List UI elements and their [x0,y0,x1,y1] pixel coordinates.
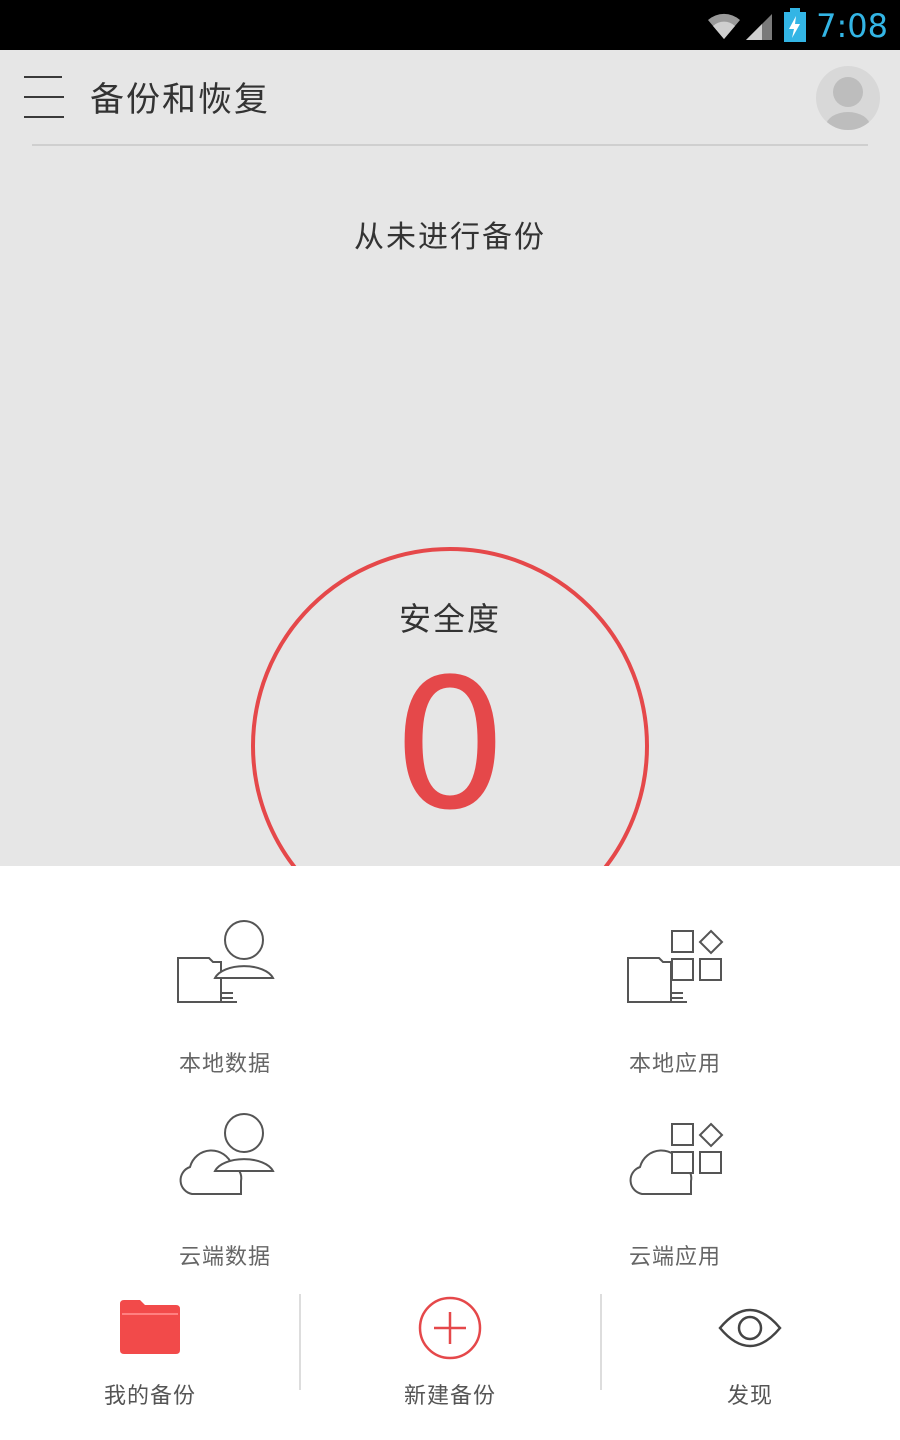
folder-icon [120,1300,180,1354]
local-data-label: 本地数据 [178,1052,271,1077]
page-title: 备份和恢复 [90,80,270,120]
backup-status-text: 从未进行备份 [354,220,546,255]
cloud-apps-tile[interactable]: 云端应用 [545,1111,805,1281]
bottom-nav: 我的备份 新建备份 发现 [0,1280,900,1440]
cloud-apps-label: 云端应用 [628,1245,721,1270]
nav-discover-label: 发现 [726,1384,773,1409]
header-divider [32,144,868,146]
local-data-tile[interactable]: 本地数据 [95,918,355,1088]
wifi-icon [708,13,740,39]
user-icon [826,77,870,130]
eye-icon [718,1308,782,1348]
safety-label: 安全度 [398,600,501,638]
local-data-icon [177,920,275,1003]
cloud-apps-icon [629,1122,724,1195]
nav-discover[interactable]: 发现 [600,1280,900,1420]
nav-new-backup-label: 新建备份 [403,1384,496,1409]
nav-my-backups-label: 我的备份 [103,1384,196,1409]
cell-signal-icon [746,14,772,40]
cloud-data-label: 云端数据 [178,1245,271,1270]
local-apps-tile[interactable]: 本地应用 [545,918,805,1088]
cloud-data-tile[interactable]: 云端数据 [95,1111,355,1281]
battery-charging-icon [784,8,806,42]
add-circle-icon [418,1296,482,1360]
menu-icon[interactable] [24,76,64,118]
avatar[interactable] [816,66,880,130]
nav-my-backups[interactable]: 我的备份 [0,1280,300,1420]
local-apps-icon [627,929,724,1003]
nav-new-backup[interactable]: 新建备份 [300,1280,600,1420]
local-apps-label: 本地应用 [628,1052,721,1077]
dashboard-area: 备份和恢复 从未进行备份 安全度 0 [0,50,900,866]
safety-score: 0 [392,641,508,850]
cloud-data-icon [179,1113,275,1195]
clock: 7:08 [816,7,888,45]
status-bar: 7:08 [0,0,900,50]
